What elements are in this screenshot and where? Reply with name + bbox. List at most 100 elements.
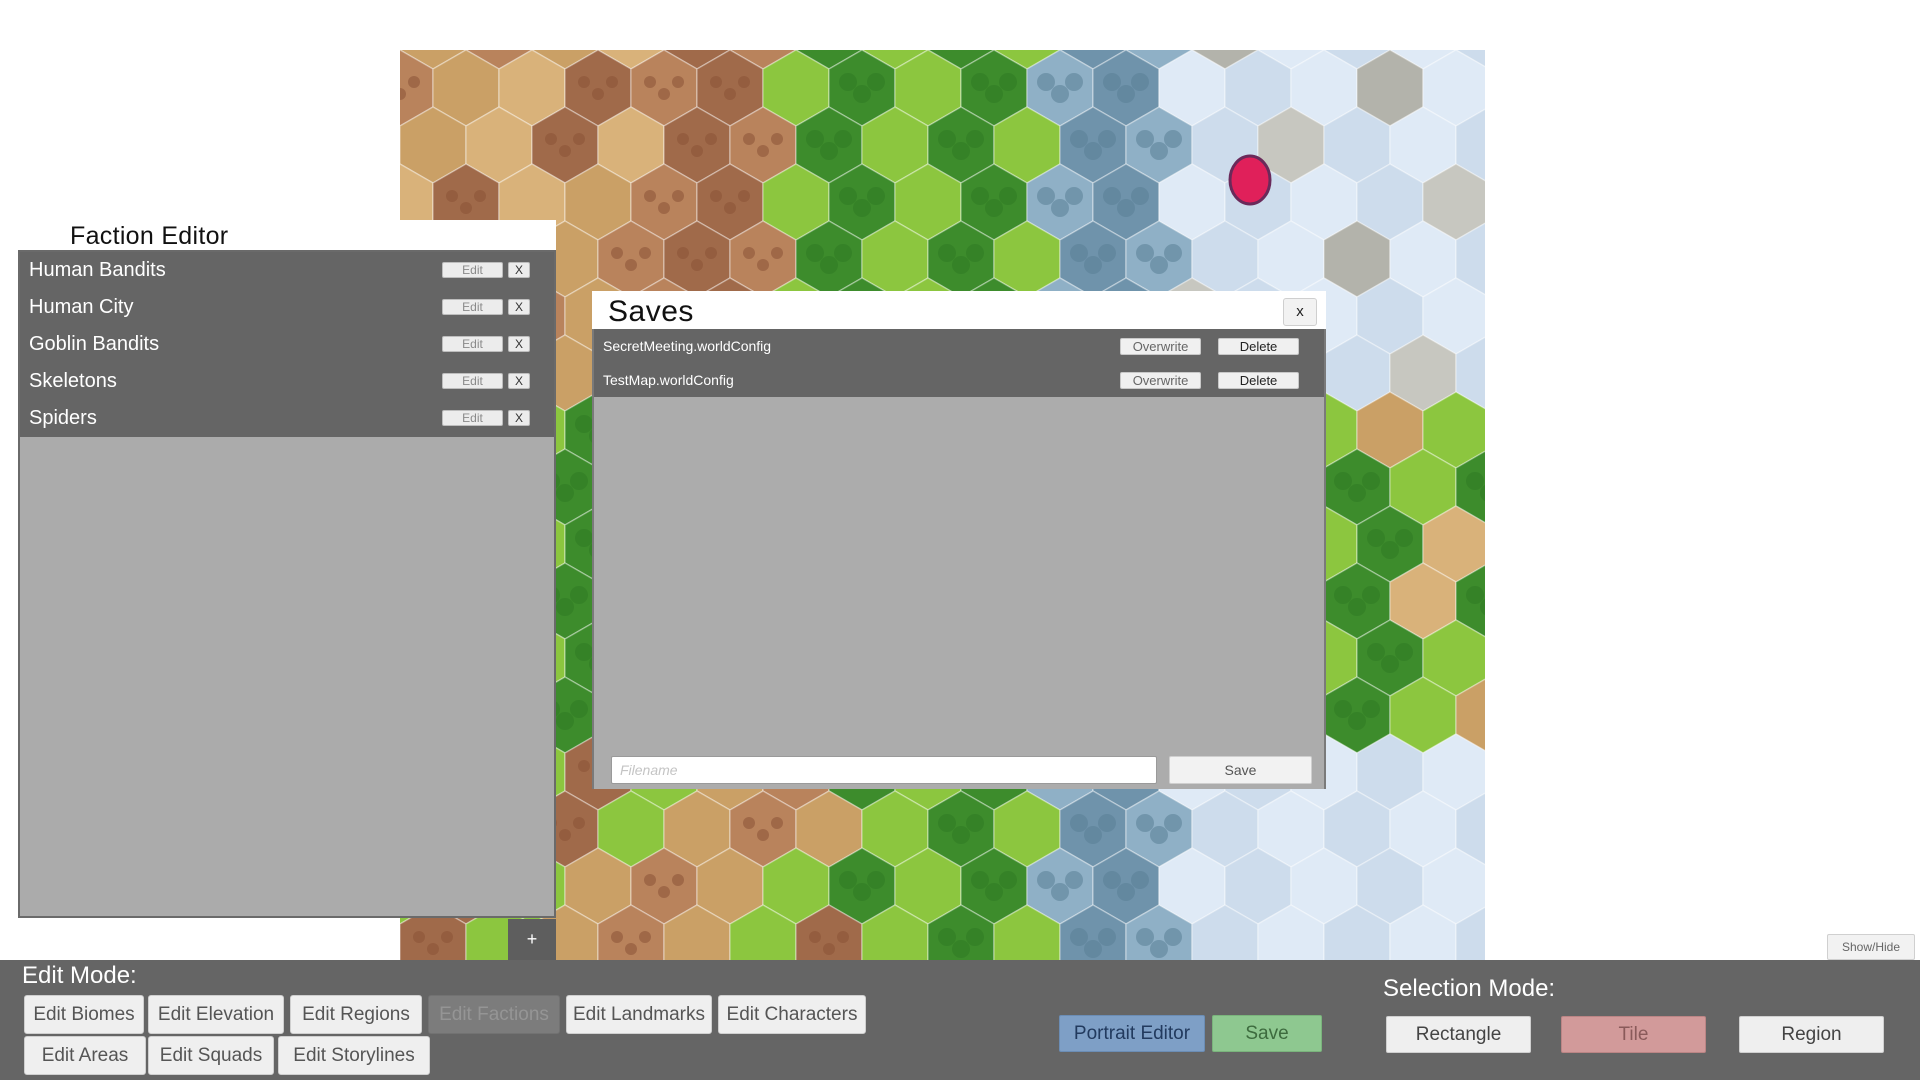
save-button[interactable]: Save: [1212, 1015, 1322, 1052]
terrain-detail: [1037, 187, 1055, 205]
terrain-detail: [985, 85, 1003, 103]
selection-tile-button[interactable]: Tile: [1561, 1016, 1706, 1053]
edit-biomes-button[interactable]: Edit Biomes: [24, 995, 144, 1034]
faction-edit-button[interactable]: Edit: [442, 299, 503, 315]
saves-list: SecretMeeting.worldConfig Overwrite Dele…: [592, 329, 1326, 789]
edit-areas-button[interactable]: Edit Areas: [24, 1036, 146, 1075]
save-file-row[interactable]: TestMap.worldConfig Overwrite Delete: [594, 363, 1324, 397]
terrain-detail: [985, 199, 1003, 217]
terrain-detail: [724, 88, 736, 100]
terrain-detail: [1084, 940, 1102, 958]
faction-remove-button[interactable]: X: [508, 262, 530, 278]
overwrite-button[interactable]: Overwrite: [1120, 338, 1201, 355]
terrain-detail: [1117, 883, 1135, 901]
save-file-name: SecretMeeting.worldConfig: [603, 338, 772, 354]
faction-row[interactable]: Human Bandits Edit X: [20, 252, 554, 289]
faction-row[interactable]: Human City Edit X: [20, 289, 554, 326]
terrain-detail: [1037, 73, 1055, 91]
faction-remove-button[interactable]: X: [508, 373, 530, 389]
faction-remove-button[interactable]: X: [508, 299, 530, 315]
faction-editor-panel: Faction Editor Human Bandits Edit X Huma…: [18, 220, 556, 960]
terrain-detail: [724, 202, 736, 214]
terrain-detail: [408, 76, 420, 88]
terrain-detail: [1037, 871, 1055, 889]
faction-name: Human Bandits: [29, 259, 166, 281]
terrain-detail: [999, 187, 1017, 205]
faction-name: Spiders: [29, 407, 97, 429]
edit-factions-button[interactable]: Edit Factions: [428, 995, 560, 1034]
terrain-detail: [834, 130, 852, 148]
terrain-detail: [446, 190, 458, 202]
edit-elevation-button[interactable]: Edit Elevation: [148, 995, 284, 1034]
terrain-detail: [573, 133, 585, 145]
terrain-detail: [839, 187, 857, 205]
faction-row[interactable]: Spiders Edit X: [20, 400, 554, 437]
edit-storylines-button[interactable]: Edit Storylines: [278, 1036, 430, 1075]
terrain-detail: [1362, 472, 1380, 490]
terrain-detail: [757, 145, 769, 157]
terrain-detail: [1164, 244, 1182, 262]
show-hide-button[interactable]: Show/Hide: [1827, 934, 1915, 960]
terrain-detail: [1164, 814, 1182, 832]
terrain-detail: [575, 643, 593, 661]
terrain-detail: [971, 187, 989, 205]
terrain-detail: [575, 529, 593, 547]
edit-squads-button[interactable]: Edit Squads: [148, 1036, 274, 1075]
terrain-detail: [743, 247, 755, 259]
edit-characters-button[interactable]: Edit Characters: [718, 995, 866, 1034]
terrain-detail: [952, 826, 970, 844]
terrain-detail: [738, 76, 750, 88]
saves-dialog-header: Saves x: [592, 291, 1326, 329]
faction-row[interactable]: Skeletons Edit X: [20, 363, 554, 400]
faction-edit-button[interactable]: Edit: [442, 336, 503, 352]
terrain-detail: [611, 931, 623, 943]
faction-edit-button[interactable]: Edit: [442, 373, 503, 389]
terrain-detail: [1395, 643, 1413, 661]
terrain-detail: [1084, 142, 1102, 160]
terrain-detail: [1070, 244, 1088, 262]
save-file-row[interactable]: SecretMeeting.worldConfig Overwrite Dele…: [594, 329, 1324, 363]
terrain-detail: [938, 814, 956, 832]
saves-dialog-footer: Save: [594, 753, 1324, 789]
faction-edit-button[interactable]: Edit: [442, 410, 503, 426]
terrain-detail: [1334, 586, 1352, 604]
terrain-detail: [839, 73, 857, 91]
terrain-detail: [1070, 130, 1088, 148]
terrain-detail: [474, 190, 486, 202]
edit-landmarks-button[interactable]: Edit Landmarks: [566, 995, 712, 1034]
faction-edit-button[interactable]: Edit: [442, 262, 503, 278]
terrain-detail: [658, 202, 670, 214]
terrain-detail: [413, 931, 425, 943]
delete-button[interactable]: Delete: [1218, 372, 1299, 389]
terrain-detail: [559, 145, 571, 157]
terrain-detail: [1136, 814, 1154, 832]
terrain-detail: [1150, 142, 1168, 160]
faction-remove-button[interactable]: X: [508, 410, 530, 426]
filename-input[interactable]: [611, 756, 1157, 784]
terrain-detail: [1070, 928, 1088, 946]
terrain-detail: [820, 256, 838, 274]
edit-regions-button[interactable]: Edit Regions: [290, 995, 422, 1034]
add-faction-button[interactable]: +: [508, 919, 556, 960]
selection-rectangle-button[interactable]: Rectangle: [1386, 1016, 1531, 1053]
overwrite-button[interactable]: Overwrite: [1120, 372, 1201, 389]
terrain-detail: [570, 700, 588, 718]
faction-remove-button[interactable]: X: [508, 336, 530, 352]
faction-row[interactable]: Goblin Bandits Edit X: [20, 326, 554, 363]
faction-name: Human City: [29, 296, 134, 318]
terrain-detail: [691, 259, 703, 271]
spider-unit-marker[interactable]: [1228, 154, 1272, 206]
terrain-detail: [757, 829, 769, 841]
terrain-detail: [1150, 256, 1168, 274]
delete-button[interactable]: Delete: [1218, 338, 1299, 355]
terrain-detail: [556, 712, 574, 730]
terrain-detail: [1466, 472, 1484, 490]
terrain-detail: [853, 883, 871, 901]
terrain-detail: [1348, 712, 1366, 730]
save-file-button[interactable]: Save: [1169, 756, 1312, 784]
portrait-editor-button[interactable]: Portrait Editor: [1059, 1015, 1205, 1052]
selection-region-button[interactable]: Region: [1739, 1016, 1884, 1053]
terrain-detail: [966, 928, 984, 946]
close-button[interactable]: x: [1283, 298, 1317, 326]
terrain-detail: [1348, 484, 1366, 502]
